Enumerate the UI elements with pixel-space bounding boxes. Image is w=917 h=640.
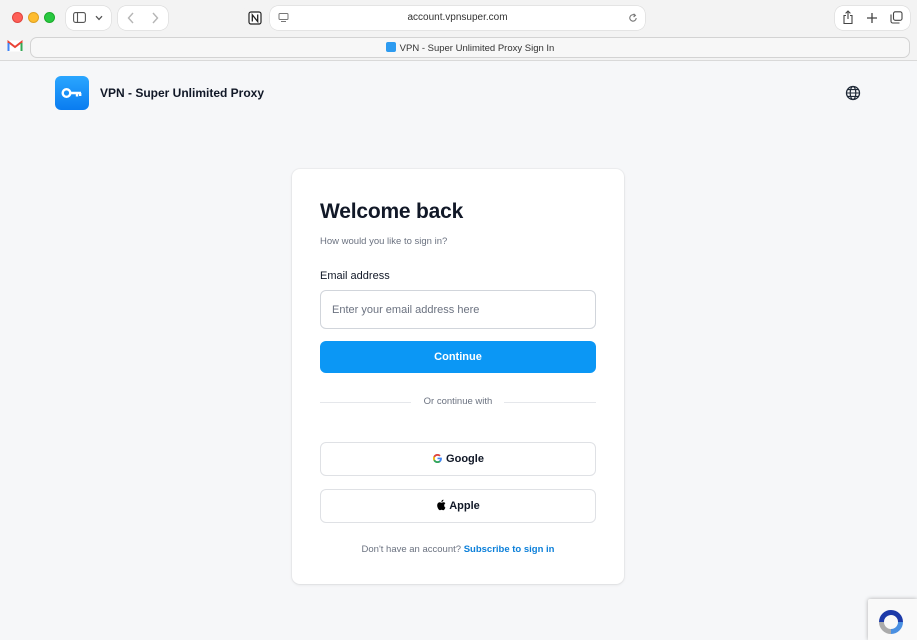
continue-button[interactable]: Continue	[320, 341, 596, 373]
email-label: Email address	[320, 270, 390, 282]
tab-overview-icon[interactable]	[890, 11, 903, 24]
apple-signin-button[interactable]: Apple	[320, 489, 596, 523]
google-signin-button[interactable]: Google	[320, 442, 596, 476]
history-nav-group	[118, 6, 168, 30]
back-icon[interactable]	[127, 12, 135, 24]
divider: Or continue with	[320, 396, 596, 410]
share-icon[interactable]	[842, 10, 854, 25]
url-text: account.vpnsuper.com	[407, 12, 508, 23]
page-subtitle: How would you like to sign in?	[320, 236, 448, 247]
address-bar[interactable]: account.vpnsuper.com	[270, 6, 645, 30]
page-title: Welcome back	[320, 200, 464, 223]
minimize-window-button[interactable]	[28, 12, 39, 23]
reload-icon[interactable]	[628, 13, 638, 23]
apple-icon	[437, 499, 446, 511]
browser-toolbar: account.vpnsuper.com	[0, 0, 917, 35]
google-icon	[433, 454, 442, 463]
vpn-favicon	[385, 42, 396, 52]
brand-name: VPN - Super Unlimited Proxy	[100, 86, 265, 100]
app-logo[interactable]	[55, 76, 89, 110]
key-icon	[61, 88, 82, 98]
chevron-down-icon	[95, 15, 103, 21]
new-tab-icon[interactable]	[866, 12, 878, 24]
tab-title: VPN - Super Unlimited Proxy Sign In	[399, 43, 555, 54]
apple-label: Apple	[449, 500, 480, 512]
recaptcha-badge[interactable]	[868, 599, 917, 640]
notion-extension-button[interactable]	[242, 6, 268, 30]
gmail-icon[interactable]	[7, 40, 23, 52]
google-label: Google	[446, 453, 484, 465]
email-field[interactable]	[320, 290, 596, 329]
zoom-window-button[interactable]	[44, 12, 55, 23]
sidebar-icon	[73, 12, 86, 23]
notion-icon	[248, 11, 262, 25]
toolbar-actions-group	[835, 6, 910, 30]
forward-icon[interactable]	[151, 12, 159, 24]
sidebar-toggle-button[interactable]	[66, 6, 111, 30]
tab-active[interactable]: VPN - Super Unlimited Proxy Sign In	[30, 37, 910, 58]
signup-prompt: Don't have an account? Subscribe to sign…	[292, 544, 624, 555]
close-window-button[interactable]	[12, 12, 23, 23]
signup-prompt-text: Don't have an account?	[361, 544, 462, 555]
subscribe-link[interactable]: Subscribe to sign in	[464, 544, 555, 555]
divider-text: Or continue with	[423, 396, 493, 407]
recaptcha-icon	[879, 610, 903, 634]
globe-icon[interactable]	[845, 85, 861, 101]
signin-card: Welcome back How would you like to sign …	[292, 169, 624, 584]
